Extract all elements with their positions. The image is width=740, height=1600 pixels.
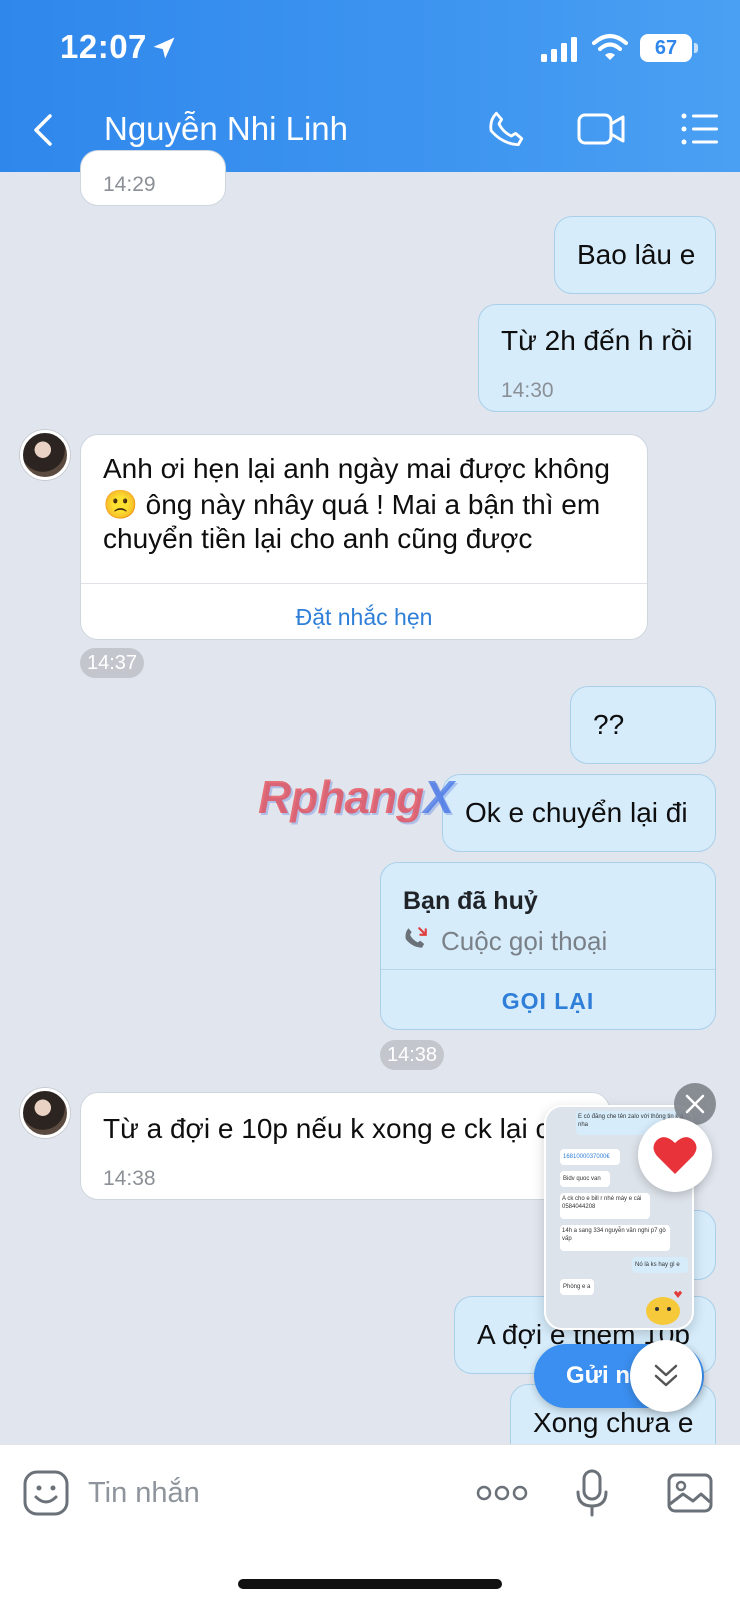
mini-preview-line: Bidv quoc van [560,1171,610,1187]
sad-face-emoji: 🙁 [103,489,138,520]
mini-preview-line: A ck cho e bill r nhé máy e cái 05840442… [560,1193,650,1219]
watermark-logo: RphangX [258,771,454,823]
more-options-button[interactable] [472,1465,532,1521]
mini-preview-line: 14h a sang 334 nguyễn văn nghi p7 gò vấp [560,1225,670,1251]
send-image-button[interactable] [662,1465,718,1521]
message-time: 14:38 [103,1167,156,1190]
image-gallery-icon [667,1473,713,1513]
chat-options-button[interactable] [672,104,728,154]
close-icon [685,1094,705,1114]
wifi-icon [592,34,628,60]
sticker-icon [646,1291,682,1325]
phone-icon [489,111,524,147]
message-time-chip: 14:38 [380,1040,445,1070]
message-incoming[interactable]: Anh ơi hẹn lại anh ngày mai được không 🙁… [80,434,648,640]
voice-call-button[interactable] [478,104,534,154]
message-incoming[interactable]: 14:29 [80,150,226,206]
sticker-button[interactable] [18,1465,74,1521]
message-outgoing[interactable]: ?? [570,686,716,764]
mini-preview-line: 1681000037000€ [560,1149,620,1165]
list-menu-icon [681,113,718,145]
call-type: Cuộc gọi thoại [441,926,608,956]
message-incoming[interactable]: Từ a đợi e 10p nếu k xong e ck lại c 14:… [80,1092,610,1200]
message-time-chip: 14:37 [80,648,145,678]
battery-indicator: 67 [640,34,692,62]
message-input[interactable] [88,1467,448,1519]
more-dots-icon [476,1485,528,1501]
heart-reaction-button[interactable] [638,1118,712,1192]
call-status: Bạn đã huỷ [403,887,538,915]
video-call-button[interactable] [574,104,630,154]
back-button[interactable] [26,108,62,152]
message-time: 14:30 [501,379,554,402]
call-back-button[interactable]: GỌI LẠI [381,983,715,1019]
message-text: Bao lâu e [577,239,696,270]
message-time: 14:29 [103,173,156,196]
double-chevron-down-icon [654,1364,678,1387]
message-text-line: chuyển tiền lại cho anh cũng được [103,523,533,554]
message-outgoing[interactable]: Ok e chuyển lại đi [442,774,716,852]
set-reminder-button[interactable]: Đặt nhắc hẹn [81,599,647,635]
chevron-left-icon [34,114,52,146]
bubble-divider [381,969,715,970]
bubble-divider [81,583,647,584]
scroll-to-bottom-button[interactable] [630,1340,702,1412]
message-text-line: 🙁 ông này nhây quá ! Mai a bận thì em [103,487,600,523]
missed-call-icon [405,927,427,948]
message-outgoing[interactable]: Từ 2h đến h rồi 14:30 [478,304,716,412]
microphone-icon [576,1469,608,1517]
chat-title[interactable]: Nguyễn Nhi Linh [104,110,348,148]
heart-icon [653,1137,697,1174]
mini-preview-line: Nó là ks hay gì e [632,1257,688,1273]
home-indicator [238,1579,502,1589]
message-input-bar [0,1444,740,1600]
chat-header: 12:07 67 Nguyễn Nhi Linh [0,0,740,172]
avatar[interactable] [20,1088,70,1138]
message-text: Từ 2h đến h rồi [501,325,693,356]
video-camera-icon [577,113,625,145]
battery-tip [694,43,698,53]
message-text-fragment: ông này nhây quá ! Mai a bận thì em [145,489,601,520]
message-text: ?? [593,709,625,740]
avatar[interactable] [20,430,70,480]
message-text: Ok e chuyển lại đi [465,797,688,828]
mini-preview-line: Phòng e a [560,1279,594,1295]
message-text: Từ a đợi e 10p nếu k xong e ck lại c [103,1113,550,1144]
message-outgoing[interactable]: Bao lâu e [554,216,716,294]
cellular-signal-icon [541,37,577,62]
status-time: 12:07 [60,28,147,65]
sticker-face-icon [23,1470,69,1516]
location-arrow-icon [153,37,175,59]
voice-record-button[interactable] [564,1465,620,1521]
message-text-line: Anh ơi hẹn lại anh ngày mai được không [103,453,610,484]
call-event-card[interactable]: Bạn đã huỷ Cuộc gọi thoại GỌI LẠI [380,862,716,1030]
